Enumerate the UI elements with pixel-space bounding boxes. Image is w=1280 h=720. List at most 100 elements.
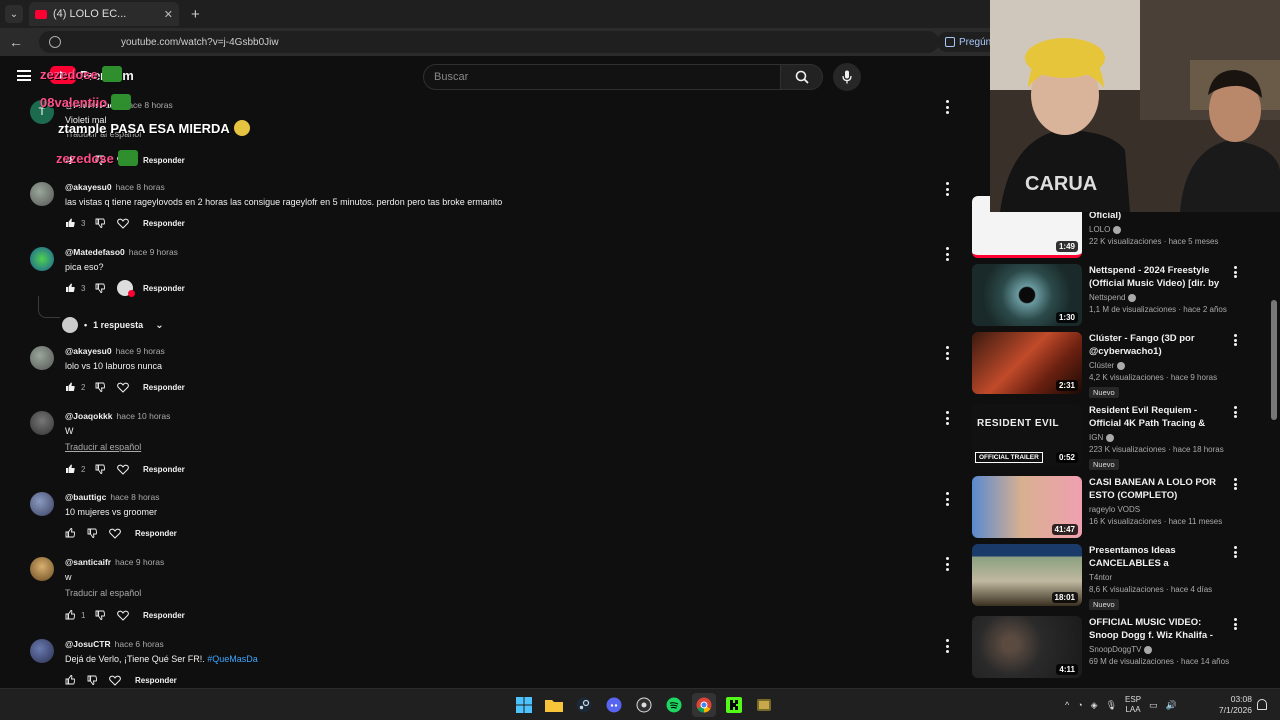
comment-menu-icon[interactable] <box>944 346 950 360</box>
comment-menu-icon[interactable] <box>944 247 950 261</box>
comment-time[interactable]: hace 9 horas <box>116 346 165 356</box>
comment-author[interactable]: @santicaifr <box>65 557 111 567</box>
comment-menu-icon[interactable] <box>944 182 950 196</box>
video-menu-icon[interactable] <box>1234 546 1238 558</box>
like-icon[interactable] <box>65 218 77 228</box>
spotify-icon[interactable] <box>662 693 686 717</box>
video-menu-icon[interactable] <box>1234 618 1238 630</box>
video-thumbnail[interactable]: RESIDENT EVIL OFFICIAL TRAILER 0:52 <box>972 404 1082 466</box>
comment-menu-icon[interactable] <box>944 100 950 114</box>
channel-name[interactable]: rageylo VODS <box>1089 505 1140 514</box>
heart-icon[interactable] <box>109 528 135 539</box>
start-icon[interactable] <box>512 693 536 717</box>
heart-icon[interactable] <box>109 675 135 686</box>
dislike-icon[interactable] <box>95 382 117 392</box>
translate-link[interactable]: Traducir al español <box>65 129 925 139</box>
back-arrow-icon[interactable]: ← <box>9 34 25 50</box>
file-explorer-icon[interactable] <box>542 693 566 717</box>
reply-button[interactable]: Responder <box>143 156 185 165</box>
video-title[interactable]: Nettspend - 2024 Freestyle (Official Mus… <box>1089 264 1229 290</box>
like-icon[interactable] <box>65 464 77 474</box>
site-info-icon[interactable] <box>49 36 61 48</box>
video-menu-icon[interactable] <box>1234 478 1238 490</box>
comment-time[interactable]: hace 6 horas <box>115 639 164 649</box>
like-icon[interactable] <box>65 675 77 685</box>
reply-button[interactable]: Responder <box>143 219 185 228</box>
browser-tab[interactable]: (4) LOLO EC... ✕ <box>29 2 179 26</box>
discord-icon[interactable] <box>602 693 626 717</box>
voice-search-button[interactable] <box>833 63 861 91</box>
comment-time[interactable]: hace 9 horas <box>115 557 164 567</box>
dislike-icon[interactable] <box>87 528 109 538</box>
avatar[interactable] <box>30 557 54 581</box>
heart-icon[interactable] <box>117 464 143 475</box>
language-indicator[interactable]: ESP LAA <box>1125 695 1141 715</box>
reply-button[interactable]: Responder <box>143 465 185 474</box>
close-tab-icon[interactable]: ✕ <box>164 8 173 21</box>
obs-icon[interactable] <box>632 693 656 717</box>
recommended-video[interactable]: 18:01 Presentamos Ideas CANCELABLES a De… <box>972 544 1262 610</box>
app-icon[interactable] <box>752 693 776 717</box>
video-menu-icon[interactable] <box>1234 334 1238 346</box>
heart-icon[interactable] <box>117 218 143 229</box>
video-title[interactable]: Resident Evil Requiem - Official 4K Path… <box>1089 404 1229 430</box>
dislike-icon[interactable] <box>87 675 109 685</box>
replies-toggle[interactable]: • 1 respuesta ⌄ <box>62 317 164 333</box>
channel-name[interactable]: LOLO <box>1089 225 1110 234</box>
video-menu-icon[interactable] <box>1234 266 1238 278</box>
menu-icon[interactable] <box>17 70 31 81</box>
avatar[interactable] <box>30 411 54 435</box>
video-title[interactable]: Clúster - Fango (3D por @cyberwacho1) <box>1089 332 1229 358</box>
avatar[interactable] <box>30 346 54 370</box>
video-thumbnail[interactable]: 18:01 <box>972 544 1082 606</box>
reply-button[interactable]: Responder <box>143 383 185 392</box>
sidebar-scrollbar[interactable] <box>1271 300 1277 420</box>
recommended-video[interactable]: 1:30 Nettspend - 2024 Freestyle (Officia… <box>972 264 1262 328</box>
dislike-icon[interactable] <box>95 610 117 620</box>
like-icon[interactable] <box>65 528 77 538</box>
comment-author[interactable]: @akayesu0 <box>65 182 112 192</box>
search-input[interactable]: Buscar <box>423 64 781 90</box>
video-thumbnail[interactable]: 1:30 <box>972 264 1082 326</box>
creator-heart-icon[interactable] <box>117 280 143 297</box>
heart-icon[interactable] <box>117 155 143 166</box>
mic-tray-icon[interactable]: 🎙 <box>1106 700 1117 711</box>
video-menu-icon[interactable] <box>1234 406 1238 418</box>
comment-author[interactable]: @MatiasFacu <box>65 100 120 110</box>
avatar[interactable] <box>30 639 54 663</box>
comment-author[interactable]: @JosuCTR <box>65 639 111 649</box>
comment-menu-icon[interactable] <box>944 492 950 506</box>
video-thumbnail[interactable]: 4:11 <box>972 616 1082 678</box>
channel-name[interactable]: IGN <box>1089 433 1103 442</box>
comment-author[interactable]: @Matedefaso0 <box>65 247 125 257</box>
like-icon[interactable] <box>65 155 77 165</box>
translate-link[interactable]: Traducir al español <box>65 442 925 452</box>
youtube-logo[interactable]: Premium <box>50 66 134 84</box>
heart-icon[interactable] <box>117 382 143 393</box>
comment-menu-icon[interactable] <box>944 411 950 425</box>
hashtag-link[interactable]: #QueMasDa <box>207 654 258 664</box>
comment-time[interactable]: hace 9 horas <box>129 247 178 257</box>
recommended-video[interactable]: 4:11 OFFICIAL MUSIC VIDEO: Snoop Dogg f.… <box>972 616 1262 680</box>
avatar[interactable] <box>30 182 54 206</box>
comment-time[interactable]: hace 8 horas <box>124 100 173 110</box>
reply-button[interactable]: Responder <box>143 284 185 293</box>
tab-search-button[interactable]: ⌄ <box>5 5 23 23</box>
display-icon[interactable]: ▭ <box>1149 700 1158 711</box>
comment-time[interactable]: hace 8 horas <box>110 492 159 502</box>
comment-author[interactable]: @bauttigc <box>65 492 106 502</box>
like-icon[interactable] <box>65 382 77 392</box>
reply-button[interactable]: Responder <box>135 529 177 538</box>
comment-time[interactable]: hace 8 horas <box>116 182 165 192</box>
recommended-video[interactable]: RESIDENT EVIL OFFICIAL TRAILER 0:52 Resi… <box>972 404 1262 470</box>
avatar[interactable]: T <box>30 100 54 124</box>
chevron-up-icon[interactable]: ^ <box>1065 700 1069 710</box>
avatar[interactable] <box>30 247 54 271</box>
dislike-icon[interactable] <box>95 218 117 228</box>
video-title[interactable]: CASI BANEAN A LOLO POR ESTO (COMPLETO) <box>1089 476 1229 502</box>
kick-icon[interactable] <box>722 693 746 717</box>
avatar[interactable] <box>30 492 54 516</box>
url-field[interactable]: youtube.com/watch?v=j-4Gsbb0Jiw <box>39 31 939 53</box>
steam-icon[interactable] <box>572 693 596 717</box>
search-button[interactable] <box>781 64 823 90</box>
